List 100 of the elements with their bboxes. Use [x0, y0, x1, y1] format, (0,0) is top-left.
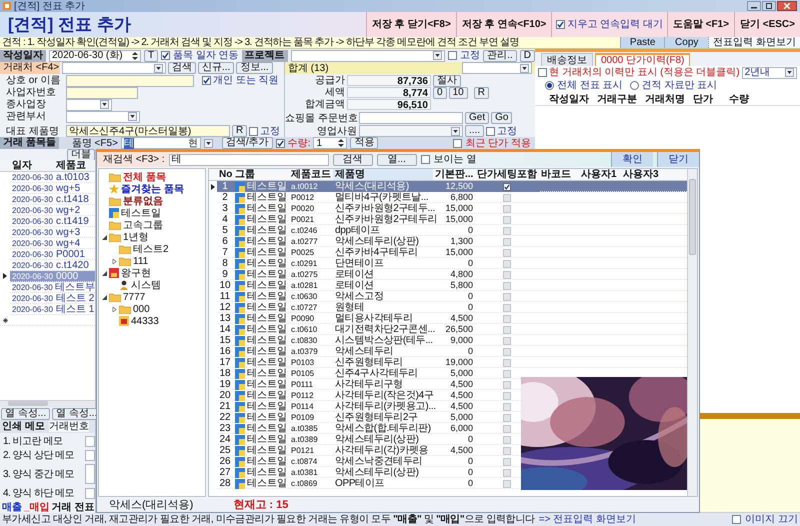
- customer-button[interactable]: 정보...: [236, 62, 273, 74]
- product-row[interactable]: 25 테스트일 P0121 사각테두리(각)카펫용 4,500: [209, 445, 539, 456]
- tab[interactable]: 배송정보: [541, 53, 593, 66]
- column-header[interactable]: 사용자1: [579, 169, 621, 180]
- tree-item[interactable]: 7777: [123, 292, 146, 302]
- list-row[interactable]: 2020-06-30 wg+3: [0, 227, 95, 238]
- expand-icon[interactable]: [112, 258, 116, 264]
- tree-item[interactable]: 즐겨찾는 품목: [121, 184, 184, 194]
- memo-field[interactable]: [85, 464, 95, 484]
- customer-button[interactable]: 검색: [168, 62, 196, 74]
- product-row[interactable]: 19 테스트일 P0111 사각테두리구형 4,500: [209, 379, 539, 390]
- manage-button[interactable]: 관리..: [483, 50, 517, 62]
- product-row[interactable]: 4 테스트일 P0021 신주카바원형2구테두리 15,000: [209, 214, 539, 225]
- header-button[interactable]: 저장 후 연속<F10>: [456, 12, 552, 37]
- product-row[interactable]: 14 테스트일 c.t0610 대기전력차단2구콘센... 26,500: [209, 324, 539, 335]
- column-header[interactable]: 단가세팅포함: [475, 169, 539, 180]
- tree-item[interactable]: 1년형: [123, 232, 149, 242]
- vertical-scrollbar[interactable]: [687, 169, 697, 496]
- spinner-icon[interactable]: [132, 52, 138, 60]
- tree-item[interactable]: 전체 품목: [123, 172, 166, 182]
- dropdown-button[interactable]: [128, 112, 137, 121]
- text-field[interactable]: [66, 110, 140, 122]
- r-button[interactable]: R: [232, 125, 248, 137]
- column-header[interactable]: 제품코드: [289, 169, 333, 180]
- checkbox[interactable]: [202, 76, 211, 85]
- memo-field[interactable]: [85, 488, 95, 498]
- confirm-button[interactable]: 확인: [611, 152, 653, 167]
- collapse-icon[interactable]: [102, 294, 106, 300]
- product-row[interactable]: 28 테스트일 c.t0869 OPP테이프 0: [209, 478, 539, 489]
- clipboard-button[interactable]: Copy: [664, 37, 708, 48]
- sales-rep-field[interactable]: [359, 125, 463, 137]
- product-row[interactable]: 9 테스트일 a.t0275 로테이션 4,800: [209, 269, 539, 280]
- column-header[interactable]: 바코드: [539, 169, 579, 180]
- product-row[interactable]: 15 테스트일 c.t0830 시스템박스상판(테두... 9,000: [209, 335, 539, 346]
- order-button[interactable]: Go: [491, 112, 512, 124]
- header-button[interactable]: 저장 후 닫기<F8>: [366, 12, 456, 37]
- radio-button[interactable]: [545, 80, 554, 90]
- cut-button[interactable]: 절사: [433, 74, 461, 86]
- apply-button[interactable]: 적용: [350, 137, 378, 149]
- text-field[interactable]: [66, 98, 112, 110]
- tax-rate-button[interactable]: 0: [433, 86, 447, 98]
- tree-item[interactable]: 44333: [131, 316, 159, 326]
- today-button[interactable]: T: [144, 50, 158, 62]
- column-header[interactable]: 기본판...: [433, 169, 475, 180]
- customer-button[interactable]: 신규...: [198, 62, 234, 74]
- checkbox[interactable]: [448, 51, 458, 60]
- product-row[interactable]: 13 테스트일 P0090 멀티용사각테두리 4,500: [209, 313, 539, 324]
- tab[interactable]: 0000 단가이력(F8): [595, 53, 690, 66]
- checkbox[interactable]: [420, 155, 430, 164]
- spinner-icon[interactable]: [338, 139, 344, 147]
- product-row[interactable]: 5 테스트일 c.t0246 dpp테이프 0: [209, 225, 539, 236]
- period-select[interactable]: 2년내: [742, 66, 797, 78]
- product-row[interactable]: 23 테스트일 a.t0385 악세스합(합.테두리판) 6,000: [209, 423, 539, 434]
- dropdown-button[interactable]: [154, 64, 163, 72]
- close-button[interactable]: [777, 1, 797, 11]
- list-row[interactable]: 2020-06-30 테스트부: [0, 282, 95, 293]
- product-row[interactable]: 21 테스트일 P0114 사각테두리(카펫용고)... 4,500: [209, 401, 539, 412]
- tree-item[interactable]: 테스트일: [121, 208, 161, 218]
- column-header[interactable]: 단가: [689, 94, 725, 104]
- product-row[interactable]: 11 테스트일 c.t0630 악세스고정 0: [209, 291, 539, 302]
- search-add-button[interactable]: 검색/추가: [222, 137, 273, 149]
- customer-field[interactable]: [62, 62, 166, 74]
- popup-button[interactable]: 검색: [332, 154, 373, 166]
- header-button[interactable]: 닫기 <ESC>: [734, 12, 800, 37]
- product-row[interactable]: 18 테스트일 P0105 신주4구사각테두리 5,000: [209, 368, 539, 379]
- header-button[interactable]: 도움말 <F1>: [666, 12, 734, 37]
- dropdown-button[interactable]: [204, 138, 213, 148]
- list-row[interactable]: 2020-06-30 테스트 2: [0, 293, 95, 304]
- project-field[interactable]: [290, 50, 446, 62]
- collapse-icon[interactable]: [102, 234, 106, 240]
- memo-field[interactable]: [85, 436, 95, 446]
- tree-item[interactable]: 111: [133, 256, 148, 266]
- tree-item[interactable]: 시스템: [131, 280, 161, 290]
- list-row[interactable]: 2020-06-30 c.t1418: [0, 194, 95, 205]
- list-row[interactable]: 2020-06-30 wg+2: [0, 205, 95, 216]
- dropdown-button[interactable]: [785, 68, 794, 77]
- order-button[interactable]: Get: [465, 112, 490, 124]
- checkbox[interactable]: [161, 51, 170, 60]
- tree-item[interactable]: 000: [133, 304, 150, 314]
- product-row[interactable]: 27 테스트일 a.t0381 악세스테두리(상판) 0: [209, 467, 539, 478]
- text-field[interactable]: [66, 74, 194, 86]
- expand-icon[interactable]: [112, 306, 116, 312]
- search-field[interactable]: 테: [168, 154, 329, 166]
- clipboard-button[interactable]: Paste: [620, 37, 664, 48]
- minimize-button[interactable]: [747, 1, 761, 11]
- product-row[interactable]: 2 테스트일 P0012 멀티바4구(카펫트날... 6,800: [209, 192, 539, 203]
- dropdown-button[interactable]: [100, 100, 109, 109]
- product-row[interactable]: 7 테스트일 P0025 신주카바4구테두리 15,000: [209, 247, 539, 258]
- list-row[interactable]: 2020-06-30 wg+4: [0, 238, 95, 249]
- list-row[interactable]: 2020-06-30 a.t0103: [0, 172, 95, 183]
- checkbox[interactable]: [538, 68, 547, 77]
- product-row[interactable]: 3 테스트일 P0020 신주카바원형2구테두... 15,000: [209, 203, 539, 214]
- horizontal-scrollbar[interactable]: [0, 400, 95, 407]
- product-row[interactable]: 20 테스트일 P0112 사각테두리(작은것)4구 4,500: [209, 390, 539, 401]
- checkbox[interactable]: [486, 126, 496, 136]
- d-button[interactable]: D: [520, 50, 535, 62]
- column-header[interactable]: No: [217, 169, 233, 180]
- tax-rate-button[interactable]: 10: [448, 86, 468, 98]
- column-button[interactable]: 열 속성...: [1, 408, 50, 420]
- product-row[interactable]: 1 테스트일 a.t0012 악세스(대리석용) 12,500: [209, 181, 539, 192]
